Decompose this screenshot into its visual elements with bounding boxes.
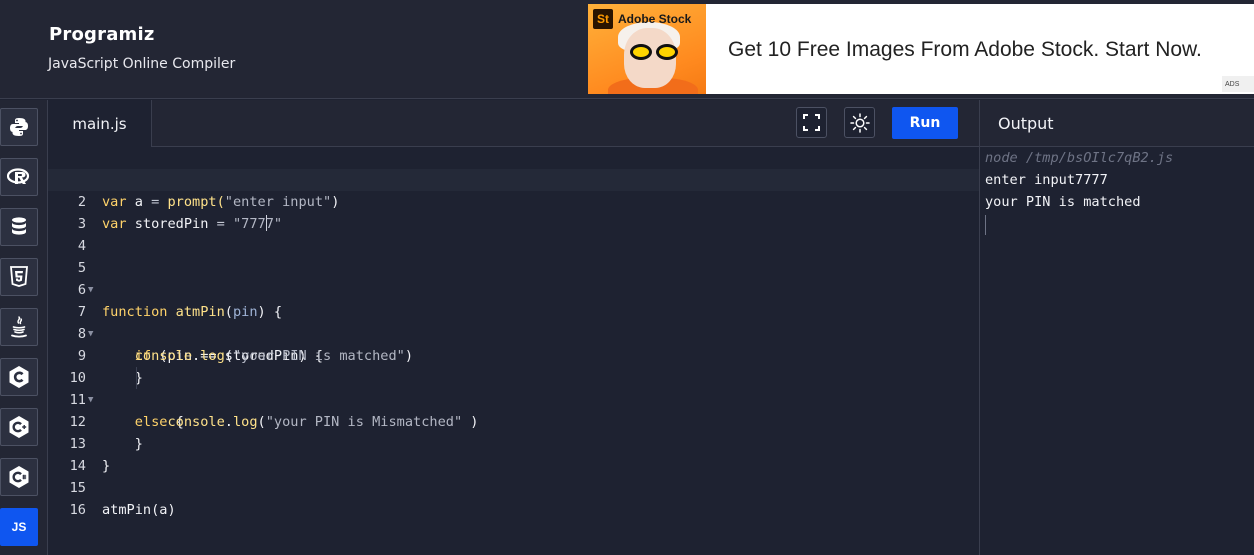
java-button[interactable] (0, 308, 38, 346)
code-line[interactable]: 8 console.log("your PIN is matched") (48, 301, 979, 364)
code-line[interactable]: 10 ▼ else { (48, 345, 979, 430)
output-cursor (985, 215, 986, 235)
run-button[interactable]: Run (892, 107, 958, 139)
tab-main-js[interactable]: main.js (48, 100, 152, 147)
code-line[interactable]: 13 } (48, 411, 979, 474)
line-number: 16 (69, 502, 86, 518)
code-line[interactable]: 16 (48, 477, 979, 518)
code-line[interactable]: 12 } (48, 389, 979, 452)
cpp-button[interactable] (0, 408, 38, 446)
sql-button[interactable] (0, 208, 38, 246)
code-line[interactable]: 4 (48, 213, 979, 254)
r-button[interactable] (0, 158, 38, 196)
fullscreen-button[interactable] (796, 107, 827, 138)
output-line: enter input7777 (985, 172, 1108, 188)
fullscreen-icon (803, 114, 820, 131)
code-text: atmPin(a) (102, 502, 176, 518)
top-header: Programiz JavaScript Online Compiler St … (0, 0, 1254, 99)
code-line[interactable]: 7 ▼ if (pin == storedPin) { (48, 279, 979, 364)
code-line[interactable]: 3 (48, 191, 979, 232)
theme-toggle-button[interactable] (844, 107, 875, 138)
c-button[interactable] (0, 358, 38, 396)
advertisement-banner[interactable]: St Adobe Stock Get 10 Free Images From A… (588, 4, 1254, 94)
ad-choices-label[interactable]: ADS (1222, 76, 1254, 92)
language-sidebar: JS (0, 100, 48, 555)
output-console[interactable]: node /tmp/bsOIlc7qB2.js enter input7777 … (979, 147, 1254, 555)
output-header: Output (979, 100, 1254, 147)
sun-icon (849, 112, 870, 133)
code-line[interactable]: 15 atmPin(a) (48, 455, 979, 518)
code-line-active[interactable]: 2 var storedPin = "7777" (48, 169, 979, 232)
programiz-logo[interactable]: Programiz (49, 24, 159, 50)
ad-figure-glasses (630, 44, 692, 60)
ad-copy[interactable]: Get 10 Free Images From Adobe Stock. Sta… (728, 38, 1202, 62)
output-command-line: node /tmp/bsOIlc7qB2.js (985, 150, 1174, 166)
c-icon (9, 366, 29, 388)
python-button[interactable] (0, 108, 38, 146)
javascript-icon: JS (11, 520, 27, 534)
csharp-button[interactable] (0, 458, 38, 496)
adobe-stock-badge: St Adobe Stock (593, 9, 701, 29)
output-line: your PIN is matched (985, 194, 1141, 210)
database-icon (12, 217, 26, 235)
code-line[interactable]: 5 ▼ function atmPin(pin) { (48, 235, 979, 320)
code-line[interactable]: 14 (48, 433, 979, 474)
compiler-subtitle: JavaScript Online Compiler (48, 56, 236, 72)
javascript-button[interactable]: JS (0, 508, 38, 546)
code-line[interactable]: 1 var a = prompt("enter input") (48, 147, 979, 210)
adobe-stock-logo: St (593, 9, 613, 29)
html-button[interactable] (0, 258, 38, 296)
editor-toolbar: main.js Run (48, 100, 979, 147)
logo-text: Programiz (49, 24, 155, 45)
code-editor[interactable]: 1 var a = prompt("enter input") 2 var st… (48, 147, 979, 555)
csharp-icon (9, 466, 29, 488)
code-line[interactable]: 11 console.log("your PIN is Mismatched" … (48, 367, 979, 430)
code-line[interactable]: 6 (48, 257, 979, 298)
html5-icon (10, 266, 28, 287)
java-icon (11, 316, 27, 338)
adobe-stock-name: Adobe Stock (618, 12, 692, 26)
ad-image: St Adobe Stock (588, 4, 706, 94)
cplusplus-icon (9, 416, 29, 438)
r-icon (7, 168, 30, 184)
code-line[interactable]: 9 } (48, 323, 979, 386)
python-icon (10, 118, 28, 136)
output-title: Output (998, 113, 1054, 133)
